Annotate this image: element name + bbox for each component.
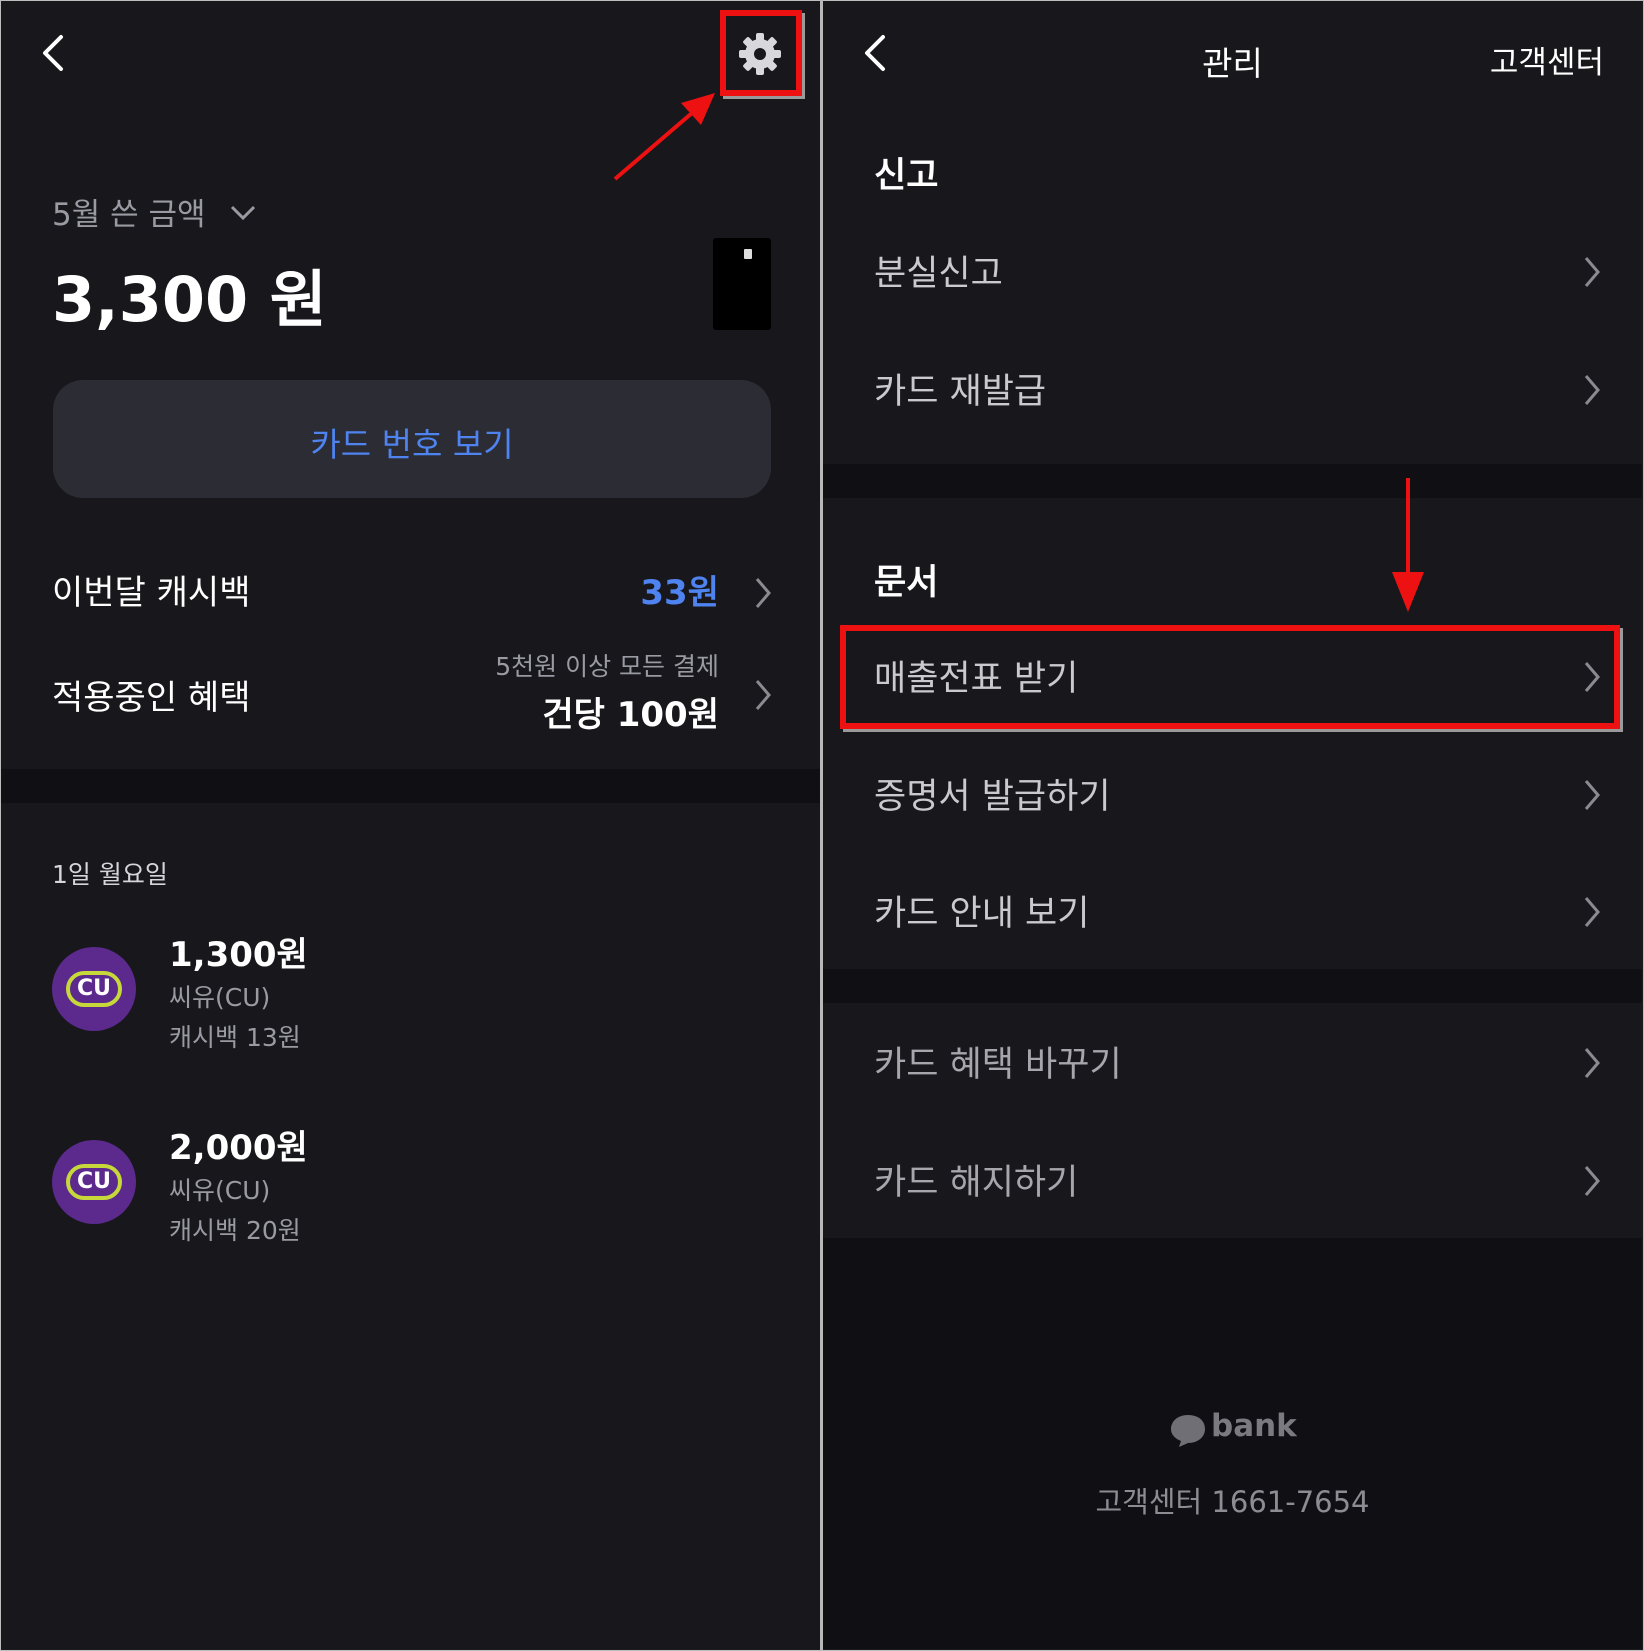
transaction-cashback: 캐시백 13원 bbox=[169, 1023, 301, 1052]
transaction-merchant: 씨유(CU) bbox=[169, 1176, 271, 1205]
menu-item-label: 분실신고 bbox=[874, 254, 1003, 294]
card-home-screen: 5월 쓴 금액 3,300 원 카드 번호 보기 이번달 캐시백 33원 적용중… bbox=[1, 1, 820, 1649]
card-thumbnail[interactable] bbox=[713, 238, 771, 330]
transaction-cashback: 캐시백 20원 bbox=[169, 1216, 301, 1245]
menu-item-lost-report[interactable]: 분실신고 bbox=[823, 217, 1642, 327]
view-card-number-label: 카드 번호 보기 bbox=[310, 425, 514, 464]
chevron-right-icon bbox=[1584, 897, 1600, 927]
applied-benefit-label: 적용중인 혜택 bbox=[52, 678, 251, 718]
chevron-right-icon bbox=[1584, 1166, 1600, 1196]
chevron-right-icon bbox=[1584, 780, 1600, 810]
gear-highlight-box bbox=[720, 10, 802, 96]
merchant-logo: CU bbox=[52, 1140, 136, 1224]
chevron-right-icon bbox=[1584, 375, 1600, 405]
chevron-down-icon[interactable] bbox=[230, 205, 256, 221]
benefit-value: 건당 100원 bbox=[542, 695, 719, 735]
transaction-amount[interactable]: 2,000원 bbox=[169, 1120, 308, 1169]
date-header: 1일 월요일 bbox=[52, 860, 168, 889]
transaction-merchant: 씨유(CU) bbox=[169, 983, 271, 1012]
menu-item-change-benefit[interactable]: 카드 혜택 바꾸기 bbox=[823, 1008, 1642, 1118]
transaction-amount[interactable]: 1,300원 bbox=[169, 927, 308, 976]
back-arrow-icon[interactable] bbox=[35, 33, 75, 73]
chevron-right-icon bbox=[1584, 257, 1600, 287]
menu-item-cancel-card[interactable]: 카드 해지하기 bbox=[823, 1126, 1642, 1236]
menu-item-label: 증명서 발급하기 bbox=[874, 777, 1111, 817]
section-title-documents: 문서 bbox=[874, 563, 939, 603]
footer-phone[interactable]: 고객센터 1661-7654 bbox=[823, 1479, 1642, 1521]
section-divider bbox=[1, 769, 820, 803]
customer-center-button[interactable]: 고객센터 bbox=[1490, 37, 1604, 82]
menu-item-label: 카드 해지하기 bbox=[874, 1163, 1079, 1203]
footer-brand: bank bbox=[1211, 1408, 1297, 1444]
section-title-report: 신고 bbox=[874, 156, 939, 196]
annotation-arrow-to-gear bbox=[613, 93, 715, 181]
menu-item-label: 카드 안내 보기 bbox=[874, 894, 1090, 934]
menu-item-label: 카드 재발급 bbox=[874, 372, 1047, 412]
month-selector-label[interactable]: 5월 쓴 금액 bbox=[52, 189, 206, 234]
card-management-screen: 관리 고객센터 신고 분실신고 카드 재발급 문서 매출전표 받기 증명서 발급… bbox=[823, 1, 1642, 1649]
section-divider bbox=[823, 464, 1642, 498]
cashback-label: 이번달 캐시백 bbox=[52, 573, 251, 613]
merchant-logo: CU bbox=[52, 947, 136, 1031]
menu-item-certificate[interactable]: 증명서 발급하기 bbox=[823, 740, 1642, 850]
chevron-right-icon bbox=[1584, 1048, 1600, 1078]
chevron-right-icon[interactable] bbox=[753, 677, 775, 713]
menu-item-card-guide[interactable]: 카드 안내 보기 bbox=[823, 857, 1642, 967]
bank-logo-icon bbox=[1171, 1415, 1205, 1447]
section-divider bbox=[823, 969, 1642, 1003]
cashback-value: 33원 bbox=[640, 573, 719, 613]
annotation-arrow-down bbox=[1392, 478, 1424, 612]
chevron-right-icon[interactable] bbox=[753, 575, 775, 611]
total-spent-amount: 3,300 원 bbox=[52, 263, 327, 336]
sales-slip-highlight-box bbox=[840, 625, 1620, 729]
menu-item-card-reissue[interactable]: 카드 재발급 bbox=[823, 335, 1642, 445]
menu-item-label: 카드 혜택 바꾸기 bbox=[874, 1045, 1122, 1085]
view-card-number-button[interactable]: 카드 번호 보기 bbox=[53, 380, 771, 498]
benefit-condition: 5천원 이상 모든 결제 bbox=[495, 652, 719, 681]
